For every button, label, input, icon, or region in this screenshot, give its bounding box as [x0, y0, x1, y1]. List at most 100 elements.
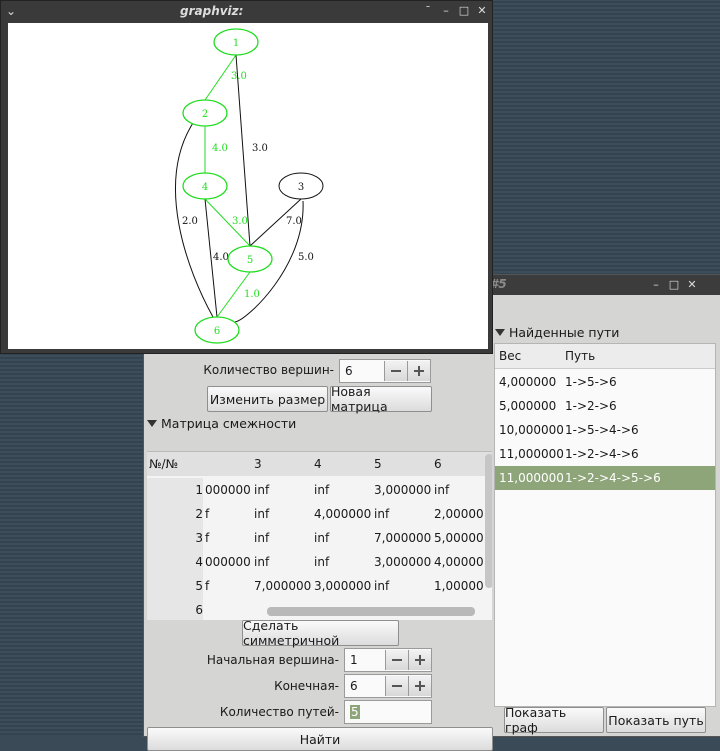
minus-icon[interactable]: [385, 650, 408, 670]
minimize-icon[interactable]: –: [649, 278, 663, 292]
close-icon[interactable]: ✕: [685, 278, 699, 292]
new-matrix-button[interactable]: Новая матрица: [330, 384, 432, 414]
path-row[interactable]: 5,000000 1->2->6: [495, 394, 715, 418]
matrix-row-number: 5: [147, 574, 203, 598]
matrix-col-header[interactable]: 6: [434, 457, 442, 471]
end-vertex-spinner[interactable]: 6: [344, 674, 432, 698]
matrix-section-header[interactable]: Матрица смежности: [147, 416, 296, 431]
matrix-cell[interactable]: inf: [434, 478, 449, 502]
left-panel: Количество вершин- 6 Изменить размер Нов…: [144, 295, 493, 751]
path-row-selected[interactable]: 11,000000 1->2->4->5->6: [495, 466, 715, 490]
matrix-horizontal-scrollbar[interactable]: [267, 607, 475, 616]
matrix-cell[interactable]: inf: [374, 574, 389, 598]
resize-button[interactable]: Изменить размер: [207, 386, 328, 412]
matrix-row[interactable]: 4 000000 inf inf 3,000000 4,00000: [147, 550, 492, 574]
vertex-count-spinner[interactable]: 6: [339, 359, 431, 383]
make-symmetric-button[interactable]: Сделать симметричной: [242, 618, 399, 648]
maximize-icon[interactable]: □: [667, 278, 681, 292]
path-route: 1->2->4->5->6: [565, 471, 661, 485]
path-row[interactable]: 10,000000 1->5->4->6: [495, 418, 715, 442]
weight-column-header[interactable]: Вес: [499, 349, 521, 363]
graph-edge-label: 5.0: [298, 252, 314, 263]
matrix-cell[interactable]: f: [205, 502, 209, 526]
matrix-row[interactable]: 5 f 7,000000 3,000000 inf 1,00000: [147, 574, 492, 598]
matrix-cell[interactable]: 7,000000: [254, 574, 311, 598]
matrix-cell[interactable]: inf: [314, 526, 329, 550]
close-icon[interactable]: ✕: [475, 4, 489, 18]
path-weight: 4,000000: [499, 375, 557, 389]
graph-canvas: 3.0 3.0 4.0 2.0 3.0 4.0 7.0 5.0 1.0 1 2 3 4 5 6: [8, 23, 488, 349]
find-button[interactable]: Найти: [147, 727, 493, 751]
vertex-count-value[interactable]: 6: [340, 364, 384, 378]
start-vertex-spinner[interactable]: 1: [344, 648, 432, 672]
matrix-cell[interactable]: 5,00000: [434, 526, 484, 550]
right-panel: Найденные пути Вес Путь 4,000000 1->5->6…: [492, 295, 720, 736]
expand-triangle-icon[interactable]: [495, 329, 505, 336]
graph-node-label: 6: [214, 326, 220, 337]
matrix-row[interactable]: 3 f inf inf 7,000000 5,00000: [147, 526, 492, 550]
matrix-col-header[interactable]: 4: [314, 457, 322, 471]
path-row[interactable]: 4,000000 1->5->6: [495, 370, 715, 394]
graph-edge-label: 7.0: [286, 216, 302, 227]
matrix-row[interactable]: 1 000000 inf inf 3,000000 inf: [147, 478, 492, 502]
path-route: 1->2->6: [565, 399, 617, 413]
path-count-value[interactable]: 5: [350, 705, 360, 719]
matrix-cell[interactable]: 3,000000: [374, 550, 431, 574]
path-row[interactable]: 11,000000 1->2->4->6: [495, 442, 715, 466]
graph-node-label: 1: [233, 38, 239, 49]
found-paths-list[interactable]: Вес Путь 4,000000 1->5->6 5,000000 1->2-…: [494, 343, 716, 707]
matrix-cell[interactable]: 4,000000: [314, 502, 371, 526]
minus-icon[interactable]: [384, 361, 407, 381]
graph-edge-label: 3.0: [252, 143, 268, 154]
graphviz-window: ⌄ graphviz: ¯ – □ ✕ 3.0 3.0 4.0 2.0 3.0 4.0 7.…: [0, 0, 493, 354]
paths-header-row: Вес Путь: [495, 344, 715, 369]
matrix-cell[interactable]: f: [205, 526, 209, 550]
path-count-label: Количество путей-: [219, 705, 339, 719]
plus-icon[interactable]: [407, 361, 430, 381]
matrix-col-header[interactable]: 5: [374, 457, 382, 471]
path-count-field[interactable]: 5: [344, 700, 432, 724]
expand-triangle-icon[interactable]: [147, 420, 157, 427]
matrix-cell[interactable]: 000000: [205, 478, 251, 502]
graph-edge-label: 1.0: [244, 289, 260, 300]
matrix-cell[interactable]: inf: [314, 478, 329, 502]
graph-node-label: 5: [247, 255, 253, 266]
matrix-cell[interactable]: inf: [254, 550, 269, 574]
matrix-cell[interactable]: 7,000000: [374, 526, 431, 550]
found-paths-section-header[interactable]: Найденные пути: [495, 325, 619, 340]
shade-icon[interactable]: ¯: [421, 4, 435, 18]
matrix-cell[interactable]: 3,000000: [314, 574, 371, 598]
path-route: 1->2->4->6: [565, 447, 639, 461]
matrix-cell[interactable]: 000000: [205, 550, 251, 574]
window-menu-chevron-icon[interactable]: ⌄: [6, 4, 16, 18]
matrix-cell[interactable]: inf: [374, 502, 389, 526]
matrix-cell[interactable]: inf: [254, 478, 269, 502]
matrix-cell[interactable]: 2,00000: [434, 502, 484, 526]
matrix-cell[interactable]: f: [205, 574, 209, 598]
graph-edge-label: 4.0: [212, 143, 228, 154]
matrix-vertical-scrollbar[interactable]: [485, 454, 492, 588]
show-graph-button[interactable]: Показать граф: [504, 705, 604, 735]
matrix-cell[interactable]: 4,00000: [434, 550, 484, 574]
minimize-icon[interactable]: –: [439, 4, 453, 18]
path-weight: 11,000000: [499, 471, 564, 485]
matrix-cell[interactable]: inf: [254, 502, 269, 526]
end-vertex-label: Конечная-: [274, 679, 339, 693]
plus-icon[interactable]: [408, 650, 431, 670]
matrix-cell[interactable]: inf: [314, 550, 329, 574]
path-column-header[interactable]: Путь: [565, 349, 595, 363]
matrix-row-number: 1: [147, 478, 203, 502]
maximize-icon[interactable]: □: [457, 4, 471, 18]
matrix-cell[interactable]: 1,00000: [434, 574, 484, 598]
path-count-value-wrapper[interactable]: 5: [345, 705, 431, 719]
minus-icon[interactable]: [385, 676, 408, 696]
show-path-button[interactable]: Показать путь: [606, 707, 706, 733]
matrix-row[interactable]: 2 f inf 4,000000 inf 2,00000: [147, 502, 492, 526]
start-vertex-value[interactable]: 1: [345, 653, 385, 667]
matrix-cell[interactable]: 3,000000: [374, 478, 431, 502]
adjacency-matrix-table[interactable]: №/№ 3 4 5 6 1 000000 inf inf 3,000000 in…: [147, 451, 492, 620]
plus-icon[interactable]: [408, 676, 431, 696]
end-vertex-value[interactable]: 6: [345, 679, 385, 693]
matrix-cell[interactable]: inf: [254, 526, 269, 550]
matrix-col-header[interactable]: 3: [254, 457, 262, 471]
